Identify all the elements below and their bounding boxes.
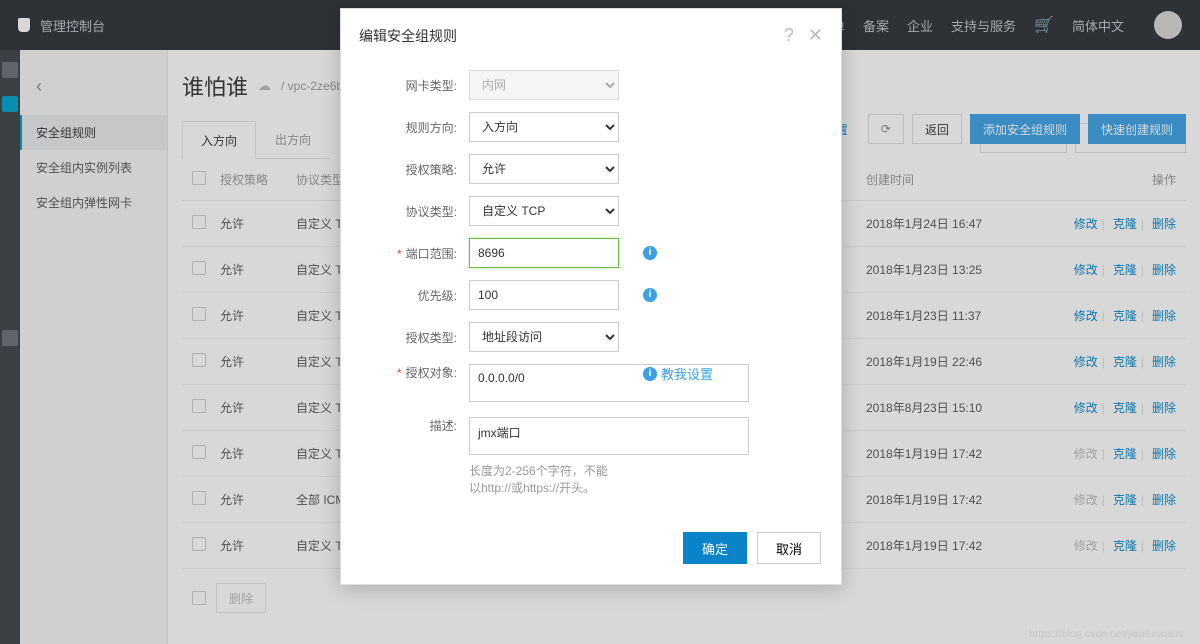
label-authtype: 授权类型:: [359, 329, 469, 346]
protocol-select[interactable]: 自定义 TCP: [469, 196, 619, 226]
port-info-icon[interactable]: i: [643, 246, 657, 260]
edit-rule-modal: 编辑安全组规则 ? ✕ 网卡类型: 内网 规则方向: 入方向 授权策略: 允许 …: [340, 8, 842, 585]
priority-info-icon[interactable]: i: [643, 288, 657, 302]
label-authobj: *授权对象:: [359, 364, 469, 381]
authtype-select[interactable]: 地址段访问: [469, 322, 619, 352]
label-nic: 网卡类型:: [359, 77, 469, 94]
direction-select[interactable]: 入方向: [469, 112, 619, 142]
policy-select[interactable]: 允许: [469, 154, 619, 184]
label-proto: 协议类型:: [359, 203, 469, 220]
close-icon[interactable]: ✕: [808, 25, 823, 46]
modal-title: 编辑安全组规则: [359, 26, 457, 46]
label-policy: 授权策略:: [359, 161, 469, 178]
ok-button[interactable]: 确定: [683, 532, 747, 564]
priority-input[interactable]: [469, 280, 619, 310]
desc-hint: 长度为2-256个字符，不能以http://或https://开头。: [469, 462, 619, 496]
desc-input[interactable]: [469, 417, 749, 455]
cancel-button[interactable]: 取消: [757, 532, 821, 564]
label-direction: 规则方向:: [359, 119, 469, 136]
label-port: *端口范围:: [359, 245, 469, 262]
nic-select: 内网: [469, 70, 619, 100]
help-icon[interactable]: ?: [784, 25, 794, 46]
port-input[interactable]: [469, 238, 619, 268]
label-priority: 优先级:: [359, 287, 469, 304]
label-desc: 描述:: [359, 417, 469, 434]
authobj-helpme[interactable]: i教我设置: [643, 364, 713, 383]
